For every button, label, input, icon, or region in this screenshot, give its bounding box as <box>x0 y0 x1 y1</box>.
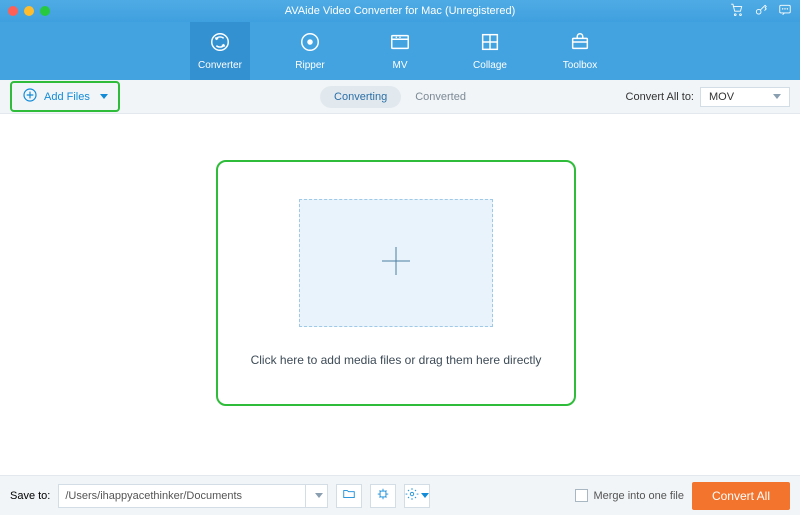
status-tabs: Converting Converted <box>320 86 480 108</box>
add-media-dropzone[interactable] <box>299 199 493 327</box>
subbar: Add Files Converting Converted Convert A… <box>0 80 800 114</box>
drop-zone-highlight: Click here to add media files or drag th… <box>216 160 576 406</box>
gear-icon <box>405 487 419 504</box>
save-path-field: /Users/ihappyacethinker/Documents <box>58 484 328 508</box>
chevron-down-icon <box>315 493 323 498</box>
feedback-icon[interactable] <box>778 3 792 20</box>
output-format-select[interactable]: MOV <box>700 87 790 107</box>
tab-label: Collage <box>473 60 507 71</box>
checkbox-icon <box>575 489 588 502</box>
window-controls <box>8 6 50 16</box>
add-files-label: Add Files <box>44 91 90 103</box>
convert-all-button[interactable]: Convert All <box>692 482 790 510</box>
minimize-window-button[interactable] <box>24 6 34 16</box>
plus-circle-icon <box>22 87 38 106</box>
chip-icon <box>376 487 390 504</box>
converter-icon <box>209 31 231 56</box>
tab-collage[interactable]: Collage <box>460 22 520 80</box>
tab-label: Toolbox <box>563 60 597 71</box>
tab-ripper[interactable]: Ripper <box>280 22 340 80</box>
browse-folder-button[interactable] <box>336 484 362 508</box>
save-to-label: Save to: <box>10 490 50 502</box>
chevron-down-icon <box>773 94 781 99</box>
main-nav: Converter Ripper MV Collage Toolbox <box>0 22 800 80</box>
tab-converter[interactable]: Converter <box>190 22 250 80</box>
main-area: Click here to add media files or drag th… <box>0 114 800 475</box>
drop-instruction: Click here to add media files or drag th… <box>251 353 542 367</box>
tab-label: Ripper <box>295 60 324 71</box>
save-path-dropdown[interactable] <box>305 485 327 507</box>
add-files-button[interactable]: Add Files <box>10 81 120 112</box>
save-path-value: /Users/ihappyacethinker/Documents <box>59 490 305 502</box>
key-icon[interactable] <box>754 3 768 20</box>
tab-converting[interactable]: Converting <box>320 86 401 108</box>
tab-label: Converter <box>198 60 242 71</box>
convert-all-to-label: Convert All to: <box>626 91 694 103</box>
collage-icon <box>479 31 501 56</box>
merge-label: Merge into one file <box>593 490 684 502</box>
format-value: MOV <box>709 91 734 103</box>
merge-checkbox[interactable]: Merge into one file <box>575 489 684 502</box>
titlebar: AVAide Video Converter for Mac (Unregist… <box>0 0 800 22</box>
toolbox-icon <box>569 31 591 56</box>
zoom-window-button[interactable] <box>40 6 50 16</box>
app-title: AVAide Video Converter for Mac (Unregist… <box>0 5 800 17</box>
hardware-accel-button[interactable] <box>370 484 396 508</box>
mv-icon <box>389 31 411 56</box>
footer: Save to: /Users/ihappyacethinker/Documen… <box>0 475 800 515</box>
cart-icon[interactable] <box>730 3 744 20</box>
folder-icon <box>342 487 356 504</box>
chevron-down-icon <box>421 493 429 498</box>
tab-label: MV <box>393 60 408 71</box>
settings-button[interactable] <box>404 484 430 508</box>
close-window-button[interactable] <box>8 6 18 16</box>
tab-mv[interactable]: MV <box>370 22 430 80</box>
chevron-down-icon <box>100 94 108 99</box>
plus-icon <box>376 241 416 286</box>
tab-toolbox[interactable]: Toolbox <box>550 22 610 80</box>
ripper-icon <box>299 31 321 56</box>
tab-converted[interactable]: Converted <box>401 86 480 108</box>
